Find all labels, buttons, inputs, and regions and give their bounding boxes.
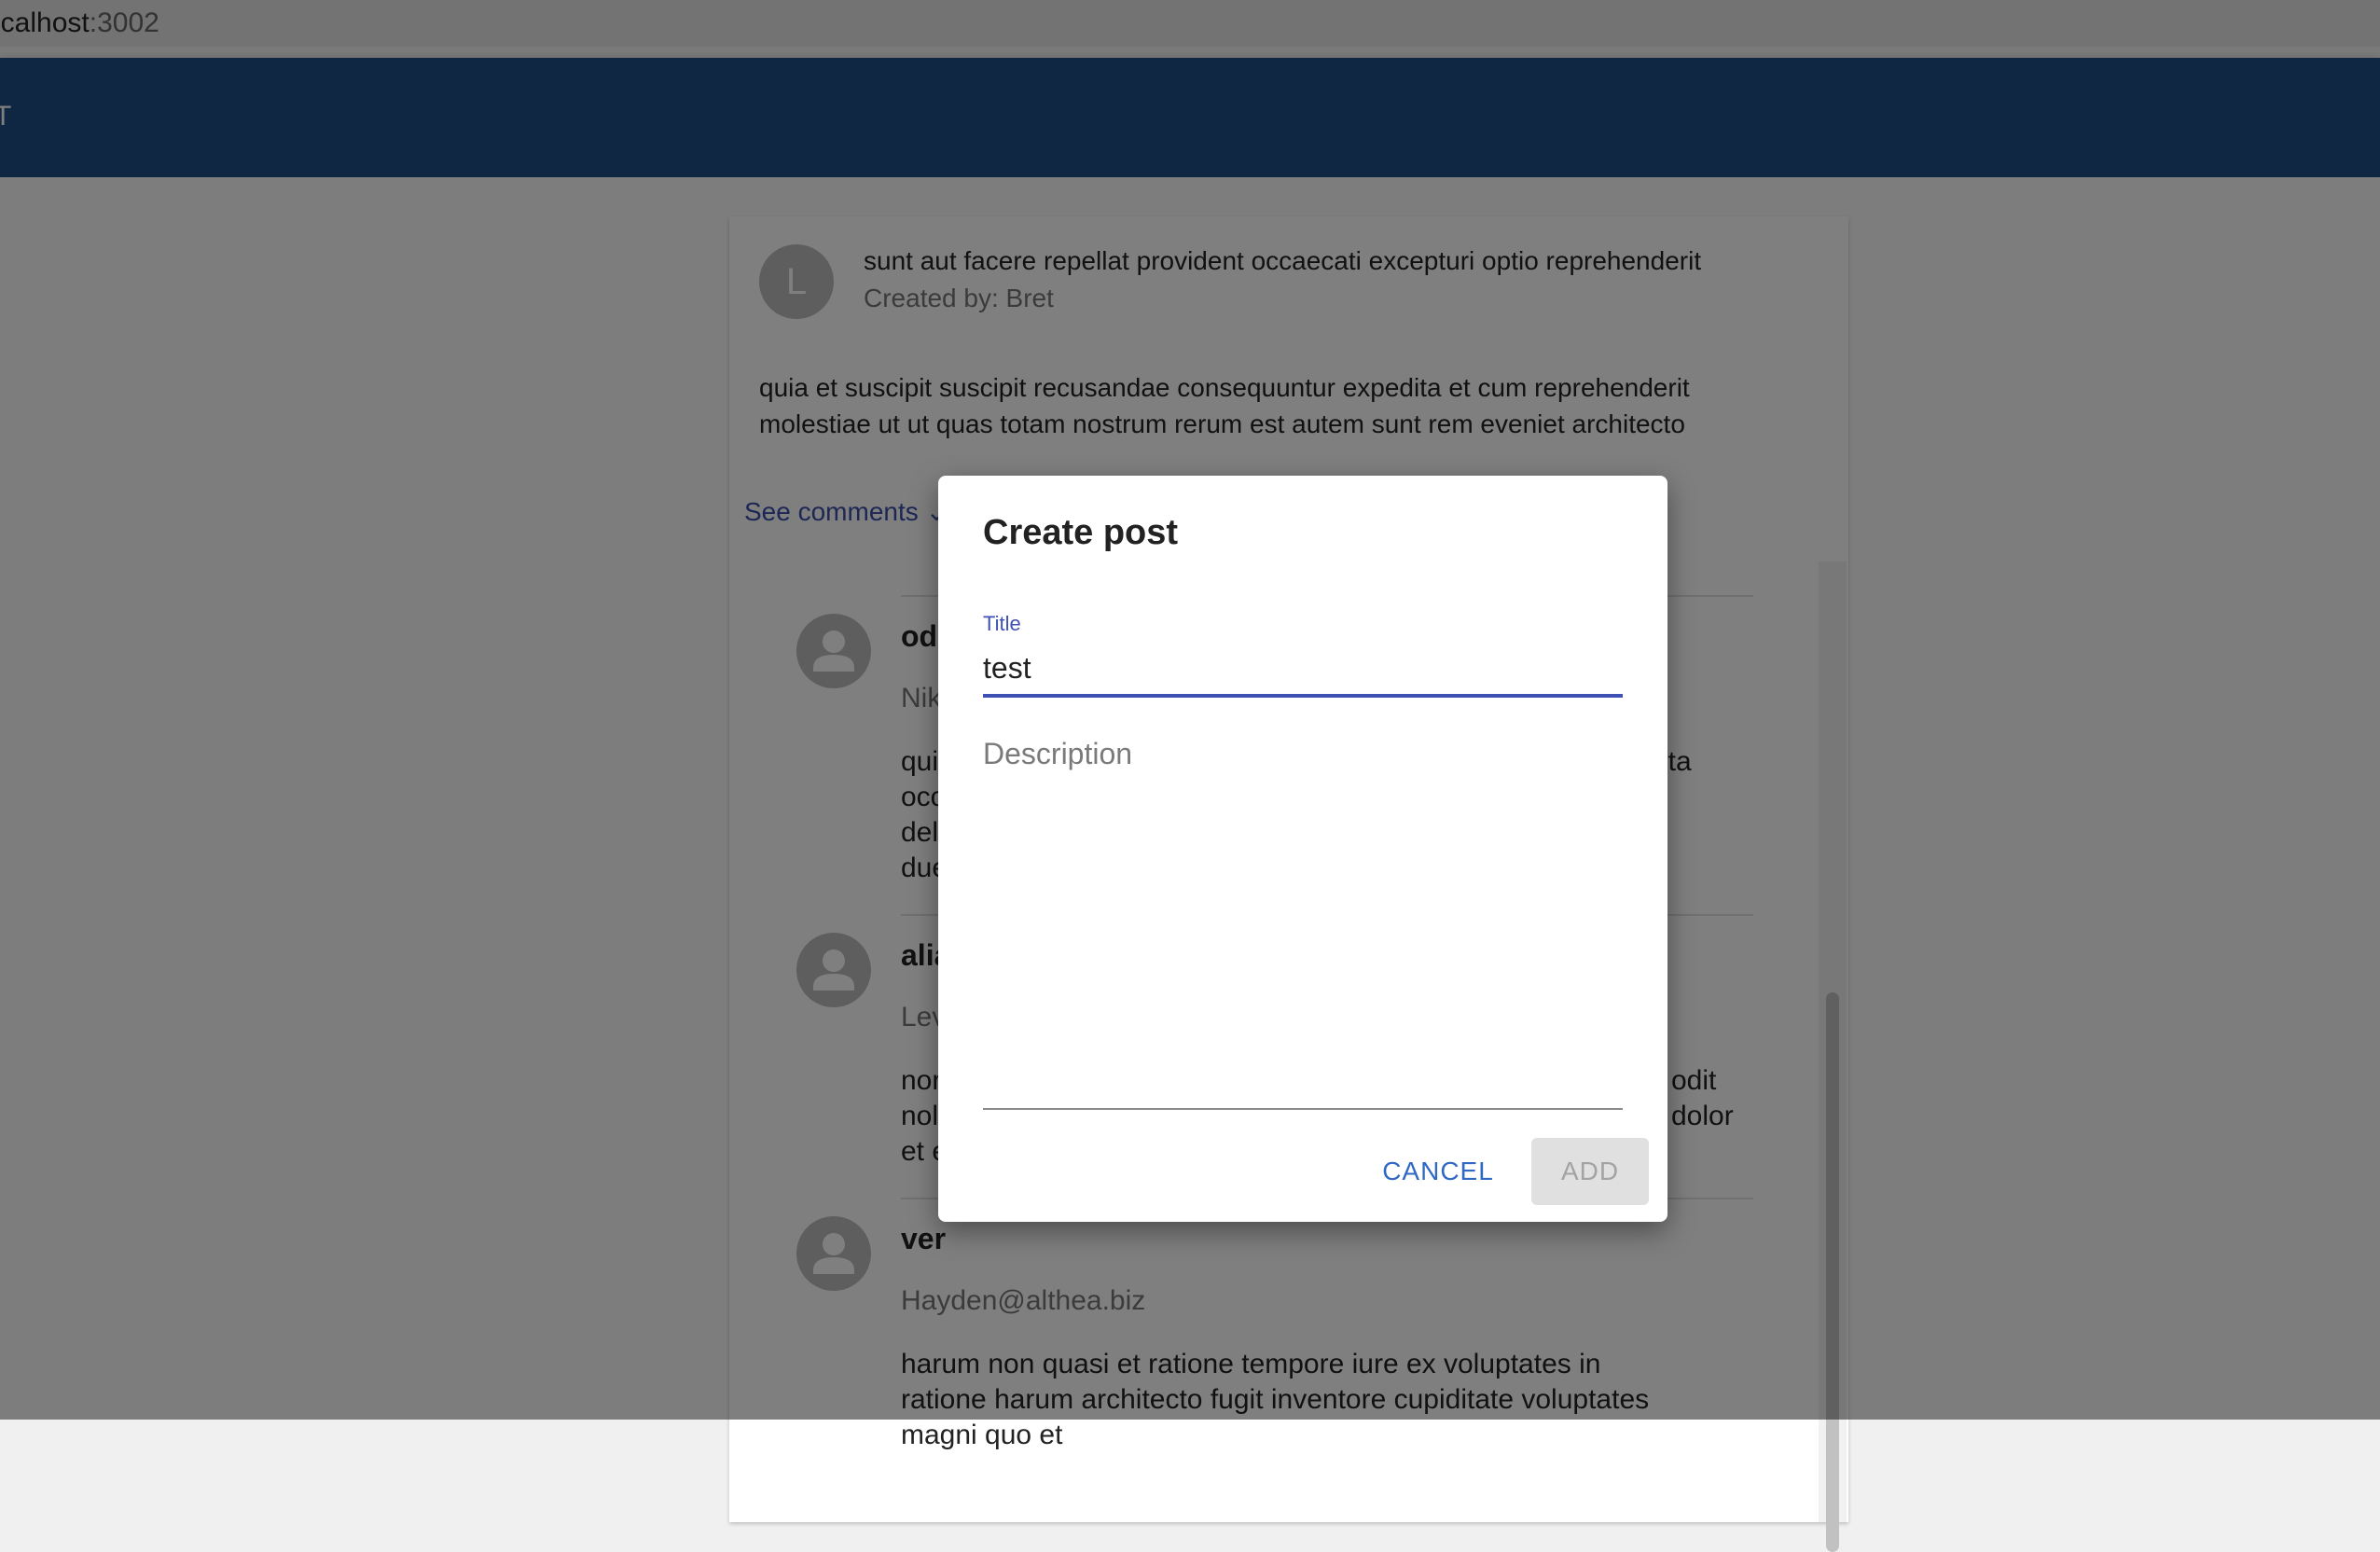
- description-input[interactable]: [983, 737, 1623, 1110]
- title-field-label: Title: [983, 612, 1021, 635]
- add-button[interactable]: ADD: [1531, 1138, 1649, 1205]
- comment-body-line: magni quo et: [901, 1420, 1063, 1450]
- title-input[interactable]: [983, 642, 1623, 698]
- create-post-dialog: Create post Title CANCEL ADD: [938, 476, 1667, 1222]
- cancel-button[interactable]: CANCEL: [1377, 1138, 1500, 1205]
- dialog-title: Create post: [983, 513, 1179, 552]
